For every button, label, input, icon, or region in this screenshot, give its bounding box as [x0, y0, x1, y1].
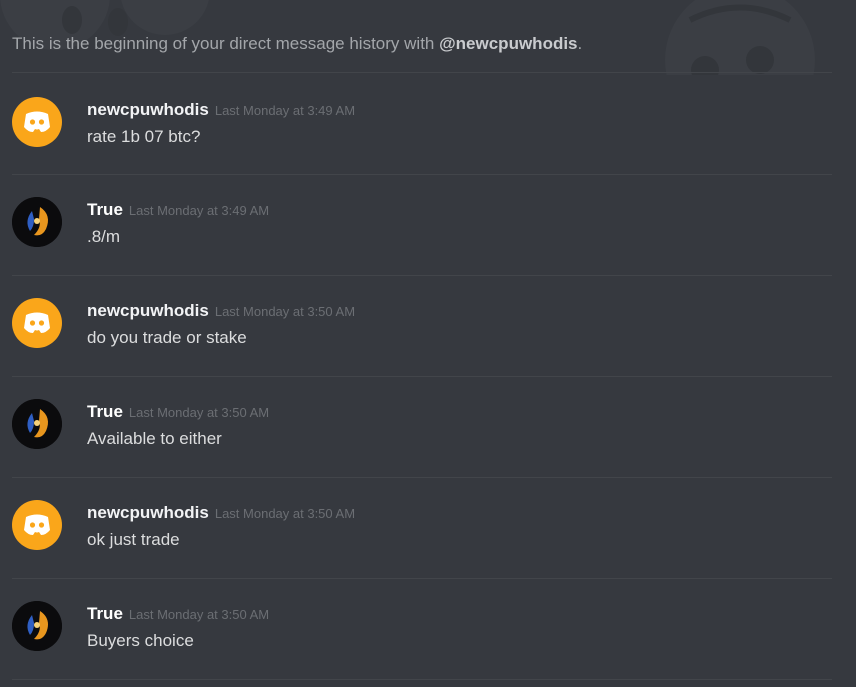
discord-logo-icon — [24, 514, 50, 535]
message-item: True Last Monday at 3:50 AM Buyers choice — [0, 578, 856, 678]
message-content: ok just trade — [87, 530, 180, 549]
message-timestamp: Last Monday at 3:49 AM — [128, 203, 270, 218]
message-timestamp: Last Monday at 3:50 AM — [128, 607, 270, 622]
user-mention[interactable]: @newcpuwhodis — [439, 34, 577, 53]
message-item: newcpuwhodis Last Monday at 3:49 AM rate … — [0, 74, 856, 174]
discord-logo-icon — [24, 312, 50, 333]
discord-logo-icon — [24, 111, 50, 132]
message-content: rate 1b 07 btc? — [87, 127, 201, 146]
avatar[interactable] — [12, 500, 62, 550]
avatar[interactable] — [12, 298, 62, 348]
message-item: newcpuwhodis Last Monday at 3:50 AM do yo… — [0, 275, 856, 375]
avatar[interactable] — [12, 601, 62, 651]
orb-icon — [12, 601, 62, 651]
avatar[interactable] — [12, 399, 62, 449]
message-content: .8/m — [87, 227, 121, 246]
avatar[interactable] — [12, 97, 62, 147]
orb-icon — [12, 197, 62, 247]
message-item: newcpuwhodis Last Monday at 3:50 AM ok ju… — [0, 477, 856, 577]
intro-text: This is the beginning of your direct mes… — [12, 34, 440, 53]
message-timestamp: Last Monday at 3:50 AM — [214, 506, 356, 521]
message-item: True Last Monday at 3:49 AM .8/m — [0, 174, 856, 274]
intro-end: . — [577, 34, 583, 53]
message-timestamp: Last Monday at 3:49 AM — [214, 103, 356, 118]
message-author[interactable]: newcpuwhodis Last Monday at 3:49 AM — [87, 100, 355, 120]
message-author[interactable]: newcpuwhodis Last Monday at 3:50 AM — [87, 301, 355, 321]
divider — [12, 679, 832, 680]
message-timestamp: Last Monday at 3:50 AM — [214, 304, 356, 319]
message-timestamp: Last Monday at 3:50 AM — [128, 405, 270, 420]
message-author[interactable]: True Last Monday at 3:50 AM — [87, 604, 269, 624]
message-content: do you trade or stake — [87, 328, 247, 347]
orb-icon — [12, 399, 62, 449]
message-author[interactable]: True Last Monday at 3:50 AM — [87, 402, 269, 422]
message-content: Available to either — [87, 429, 222, 448]
dm-history-intro: This is the beginning of your direct mes… — [12, 34, 582, 54]
message-content: Buyers choice — [87, 631, 194, 650]
avatar[interactable] — [12, 197, 62, 247]
message-author[interactable]: newcpuwhodis Last Monday at 3:50 AM — [87, 503, 355, 523]
message-item: True Last Monday at 3:50 AM Available to … — [0, 376, 856, 476]
divider — [12, 72, 832, 73]
message-author[interactable]: True Last Monday at 3:49 AM — [87, 200, 269, 220]
